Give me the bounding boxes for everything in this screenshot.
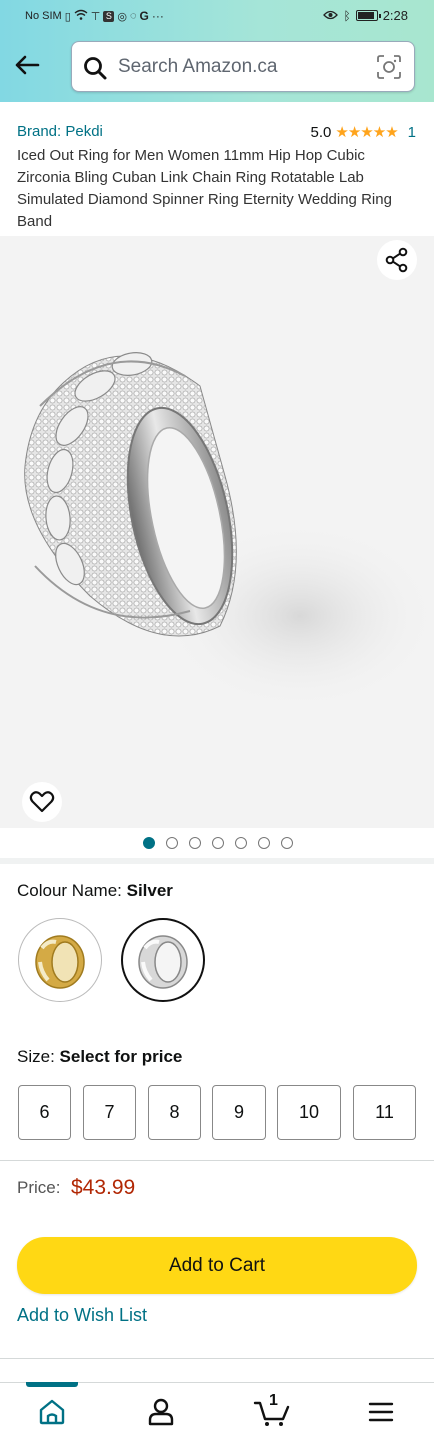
- heart-icon: [29, 791, 55, 813]
- price-divider: [0, 1160, 434, 1161]
- pagination-dot[interactable]: [166, 837, 178, 849]
- s-app-icon: S: [103, 10, 115, 22]
- back-arrow-icon: [15, 55, 40, 75]
- nav-home[interactable]: [32, 1396, 72, 1428]
- eye-icon: [323, 8, 339, 23]
- product-title: Iced Out Ring for Men Women 11mm Hip Hop…: [17, 147, 392, 230]
- section-divider: [0, 858, 434, 864]
- signal-icon: ⊤: [90, 10, 101, 23]
- size-option-9[interactable]: 9: [212, 1085, 266, 1140]
- active-tab-indicator: [26, 1382, 78, 1387]
- colour-swatch-silver[interactable]: [121, 918, 205, 1002]
- size-option-8[interactable]: 8: [148, 1085, 201, 1140]
- share-icon: [385, 247, 408, 273]
- clock: 2:28: [382, 8, 408, 23]
- pagination-dot[interactable]: [258, 837, 270, 849]
- add-to-cart-button[interactable]: Add to Cart: [17, 1237, 417, 1294]
- size-option-11[interactable]: 11: [353, 1085, 416, 1140]
- carrier-label: No SIM: [25, 10, 62, 22]
- colour-label-prefix: Colour Name:: [17, 881, 127, 900]
- colour-selected-value: Silver: [126, 881, 173, 900]
- price-value: $43.99: [71, 1176, 136, 1199]
- whatsapp-icon: ◌: [129, 10, 137, 22]
- search-icon: [84, 57, 107, 80]
- rating-count[interactable]: 1: [408, 124, 416, 141]
- pagination-dot[interactable]: [212, 837, 224, 849]
- pagination-dot[interactable]: [143, 837, 155, 849]
- nav-menu[interactable]: [361, 1396, 401, 1428]
- sim-icon: ▯: [64, 10, 71, 23]
- back-button[interactable]: [12, 50, 42, 80]
- bottom-divider: [0, 1358, 434, 1359]
- nav-cart[interactable]: 1: [250, 1392, 294, 1428]
- search-bar[interactable]: [71, 41, 415, 92]
- pagination-dot[interactable]: [281, 837, 293, 849]
- nav-account[interactable]: [141, 1396, 181, 1428]
- circle-app-icon: ◎: [117, 10, 127, 23]
- size-option-6[interactable]: 6: [18, 1085, 71, 1140]
- google-icon: G: [139, 9, 149, 23]
- size-option-10[interactable]: 10: [277, 1085, 341, 1140]
- add-to-wish-list-link[interactable]: Add to Wish List: [17, 1305, 147, 1326]
- size-option-7[interactable]: 7: [83, 1085, 136, 1140]
- colour-swatch-gold[interactable]: [18, 918, 102, 1002]
- price-label: Price:: [17, 1178, 61, 1197]
- share-button[interactable]: [377, 240, 417, 280]
- bluetooth-icon: ᛒ: [343, 8, 351, 23]
- status-bar: No SIM ▯ ⊤ S ◎ ◌ G ··· ᛒ 2:28: [0, 0, 434, 32]
- camera-search-icon[interactable]: [376, 54, 402, 80]
- pagination-dot[interactable]: [189, 837, 201, 849]
- search-input[interactable]: [118, 42, 368, 91]
- silver-ring-thumbnail: [138, 935, 188, 989]
- star-rating-icon: ★★★★★: [335, 124, 398, 141]
- gold-ring-thumbnail: [35, 935, 85, 989]
- wishlist-heart-button[interactable]: [22, 782, 62, 822]
- home-icon: [39, 1399, 65, 1425]
- product-image: [24, 352, 434, 711]
- colour-label: Colour Name: Silver: [17, 881, 173, 901]
- size-label: Size: Select for price: [17, 1047, 182, 1067]
- rating-summary[interactable]: 5.0 ★★★★★ 1: [310, 123, 416, 142]
- rating-value: 5.0: [310, 123, 332, 141]
- pagination-dot[interactable]: [235, 837, 247, 849]
- more-icon: ···: [151, 9, 164, 23]
- image-pagination[interactable]: [143, 837, 293, 849]
- size-prompt: Select for price: [59, 1047, 183, 1066]
- brand-link[interactable]: Brand: Pekdi: [17, 123, 103, 140]
- size-label-prefix: Size:: [17, 1047, 60, 1066]
- cart-count: 1: [269, 1392, 278, 1409]
- battery-icon: [355, 10, 381, 21]
- account-icon: [148, 1398, 174, 1426]
- wifi-icon: [74, 9, 88, 23]
- menu-icon: [368, 1402, 394, 1422]
